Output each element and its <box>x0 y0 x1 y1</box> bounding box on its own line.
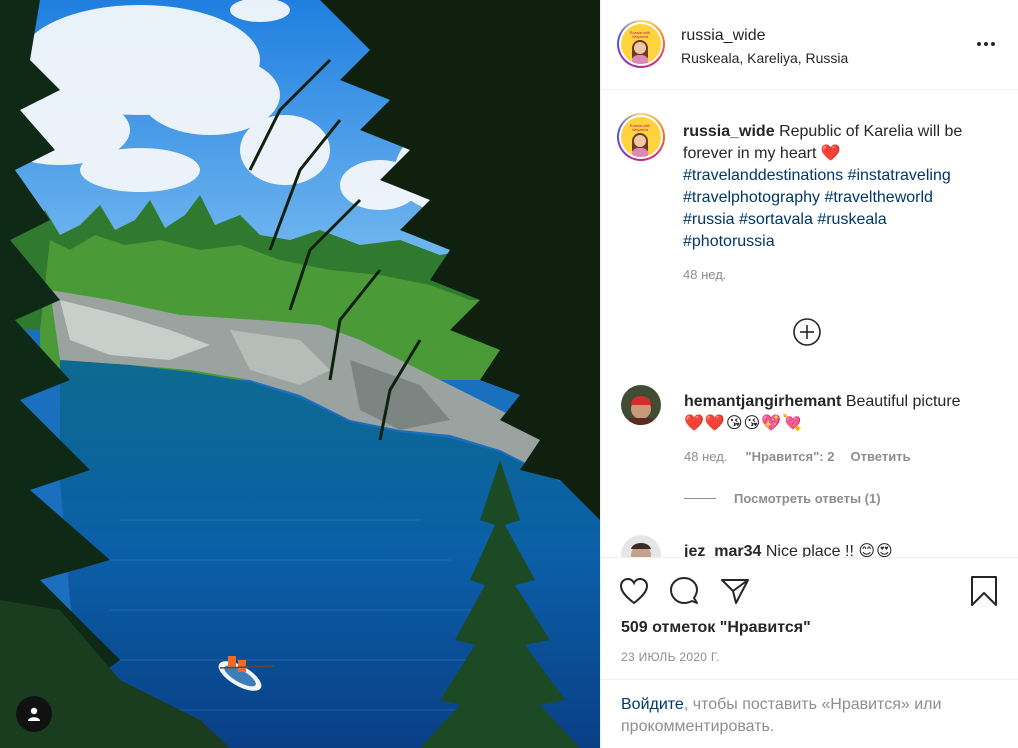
comment-username[interactable]: hemantjangirhemant <box>684 393 841 410</box>
comment-time[interactable]: 48 нед. <box>684 449 727 464</box>
share-button[interactable] <box>718 574 752 608</box>
save-button[interactable] <box>967 574 1001 608</box>
post-location[interactable]: Ruskeala, Kareliya, Russia <box>681 50 848 66</box>
author-avatar[interactable]: Russia with Valyasha <box>617 20 665 68</box>
lake-landscape-image <box>0 0 600 748</box>
paper-plane-icon <box>721 579 749 604</box>
commenter-avatar[interactable] <box>621 535 661 557</box>
load-more-comments-button[interactable] <box>792 317 822 347</box>
comment-text: jez_mar34 Nice place !! 😊😍 <box>684 541 1004 557</box>
replies-divider <box>684 498 716 499</box>
more-options-button[interactable] <box>974 34 998 54</box>
comment-item: jez_mar34 Nice place !! 😊😍 <box>621 535 1011 557</box>
user-tags-button[interactable] <box>16 696 52 732</box>
post-actions: 509 отметок "Нравится" 23 ИЮЛЬ 2020 Г. В… <box>601 557 1018 748</box>
comment-username[interactable]: jez_mar34 <box>684 543 761 557</box>
heart-outline-icon <box>619 577 649 605</box>
hashtag[interactable]: #ruskeala <box>817 211 886 228</box>
comment-emoji: 😊😍 <box>858 543 894 557</box>
comment-button[interactable] <box>667 574 701 608</box>
plus-circle-icon <box>793 318 821 346</box>
comment-emoji: ❤️❤️😘😘💖💘 <box>684 415 804 432</box>
comment-body: Beautiful picture <box>845 393 961 410</box>
bookmark-icon <box>971 576 997 606</box>
hashtag[interactable]: #instatraveling <box>848 167 951 184</box>
heart-emoji: ❤️ <box>820 145 841 162</box>
hashtag[interactable]: #travelanddestinations <box>683 167 843 184</box>
caption-avatar[interactable]: Russia with Valyasha <box>617 113 665 161</box>
post-side-panel: Russia with Valyasha russia_wide Ruskeal… <box>600 0 1018 748</box>
login-prompt: Войдите, чтобы поставить «Нравится» или … <box>601 679 1018 748</box>
comment-body: Nice place !! <box>765 543 854 557</box>
post-photo[interactable] <box>0 0 600 748</box>
view-replies-button[interactable]: Посмотреть ответы (1) <box>684 491 881 506</box>
login-link[interactable]: Войдите <box>621 696 684 713</box>
avatar-caption: Russia with Valyasha <box>629 30 651 39</box>
ellipsis-icon <box>977 42 981 46</box>
hashtag[interactable]: #photorussia <box>683 233 775 250</box>
avatar-caption: Russia with Valyasha <box>629 123 651 132</box>
hashtag[interactable]: #sortavala <box>739 211 813 228</box>
caption-time[interactable]: 48 нед. <box>683 267 726 282</box>
caption-username[interactable]: russia_wide <box>683 123 775 140</box>
hashtag[interactable]: #russia <box>683 211 735 228</box>
comment-likes[interactable]: "Нравится": 2 <box>745 449 834 464</box>
like-button[interactable] <box>617 574 651 608</box>
post-header: Russia with Valyasha russia_wide Ruskeal… <box>601 0 1018 90</box>
hashtag[interactable]: #traveltheworld <box>824 189 933 206</box>
likes-count[interactable]: 509 отметок "Нравится" <box>621 619 811 637</box>
commenter-avatar[interactable] <box>621 385 661 425</box>
comment-item: hemantjangirhemant Beautiful picture ❤️❤… <box>621 385 1011 506</box>
author-username[interactable]: russia_wide <box>681 27 765 45</box>
speech-bubble-icon <box>670 577 698 604</box>
caption-text: russia_wide Republic of Karelia will be … <box>683 121 1001 253</box>
person-icon <box>28 707 40 721</box>
view-replies-label: Посмотреть ответы (1) <box>734 491 881 506</box>
reply-button[interactable]: Ответить <box>850 449 910 464</box>
comments-list[interactable]: Russia with Valyasha russia_wide Republi… <box>601 91 1018 557</box>
hashtag[interactable]: #travelphotography <box>683 189 820 206</box>
comment-meta: 48 нед. "Нравится": 2 Ответить <box>684 449 911 464</box>
post-date[interactable]: 23 ИЮЛЬ 2020 Г. <box>621 650 720 664</box>
comment-text: hemantjangirhemant Beautiful picture ❤️❤… <box>684 391 1004 435</box>
